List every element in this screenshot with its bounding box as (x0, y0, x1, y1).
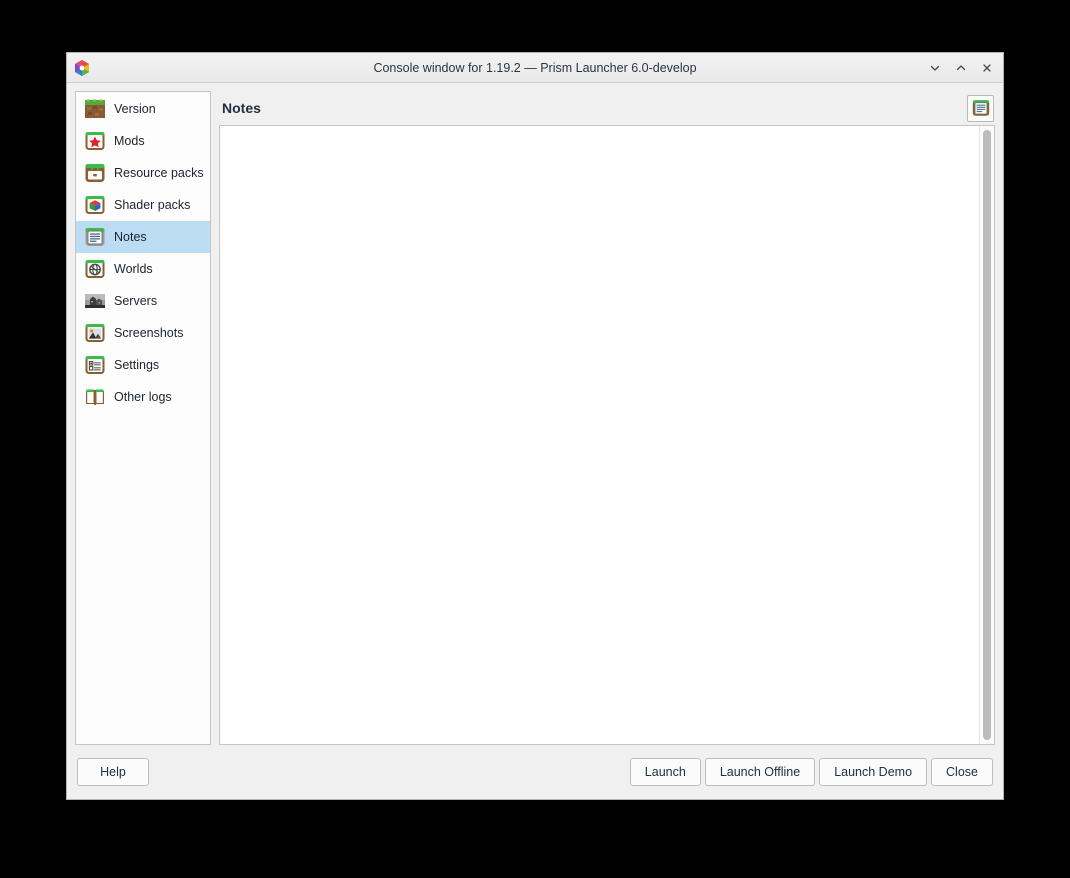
main-header: Notes (219, 91, 995, 125)
page-title: Notes (219, 100, 261, 116)
launch-offline-button[interactable]: Launch Offline (705, 758, 815, 786)
sidebar-item-label: Settings (114, 358, 159, 372)
notes-editor-container (219, 125, 995, 745)
edit-notes-button[interactable] (967, 95, 994, 122)
console-window: Console window for 1.19.2 — Prism Launch… (66, 52, 1004, 800)
sidebar-item-servers[interactable]: Servers (76, 285, 210, 317)
minimize-button[interactable] (927, 60, 943, 76)
launch-demo-button[interactable]: Launch Demo (819, 758, 927, 786)
notes-scrollbar[interactable] (979, 126, 994, 744)
sidebar-item-label: Notes (114, 230, 147, 244)
help-button[interactable]: Help (77, 758, 149, 786)
window-controls (927, 60, 1003, 76)
open-book-icon (84, 386, 106, 408)
sidebar-item-worlds[interactable]: Worlds (76, 253, 210, 285)
sidebar-item-label: Mods (114, 134, 145, 148)
sidebar-item-screenshots[interactable]: Screenshots (76, 317, 210, 349)
notes-scrollbar-thumb[interactable] (983, 130, 991, 740)
window-title: Console window for 1.19.2 — Prism Launch… (67, 61, 1003, 75)
title-bar[interactable]: Console window for 1.19.2 — Prism Launch… (67, 53, 1003, 83)
sidebar-item-settings[interactable]: Settings (76, 349, 210, 381)
sidebar-item-label: Worlds (114, 262, 153, 276)
sidebar-item-label: Shader packs (114, 198, 190, 212)
notes-document-icon (971, 98, 991, 118)
sidebar-item-version[interactable]: Version (76, 93, 210, 125)
maximize-button[interactable] (953, 60, 969, 76)
red-star-icon (84, 130, 106, 152)
sidebar-item-label: Servers (114, 294, 157, 308)
grass-block-icon (84, 98, 106, 120)
list-settings-icon (84, 354, 106, 376)
close-dialog-button[interactable]: Close (931, 758, 993, 786)
close-button[interactable] (979, 60, 995, 76)
launch-button[interactable]: Launch (630, 758, 701, 786)
picture-icon (84, 322, 106, 344)
sidebar-item-shader-packs[interactable]: Shader packs (76, 189, 210, 221)
sidebar-item-label: Version (114, 102, 156, 116)
sidebar: Version Mods (75, 91, 211, 745)
prism-launcher-logo-icon (73, 59, 91, 77)
footer-actions: Launch Launch Offline Launch Demo Close (630, 758, 993, 786)
sidebar-item-label: Screenshots (114, 326, 183, 340)
sidebar-item-mods[interactable]: Mods (76, 125, 210, 157)
globe-grid-icon (84, 258, 106, 280)
window-body: Version Mods (67, 83, 1003, 753)
notes-document-icon (84, 226, 106, 248)
main-panel: Notes (219, 91, 995, 745)
server-photo-icon (84, 290, 106, 312)
color-cube-icon (84, 194, 106, 216)
footer-bar: Help Launch Launch Offline Launch Demo C… (67, 753, 1003, 799)
toolbox-icon (84, 162, 106, 184)
notes-input[interactable] (220, 126, 979, 744)
sidebar-item-resource-packs[interactable]: Resource packs (76, 157, 210, 189)
sidebar-item-notes[interactable]: Notes (76, 221, 210, 253)
sidebar-item-other-logs[interactable]: Other logs (76, 381, 210, 413)
sidebar-item-label: Other logs (114, 390, 172, 404)
sidebar-item-label: Resource packs (114, 166, 204, 180)
